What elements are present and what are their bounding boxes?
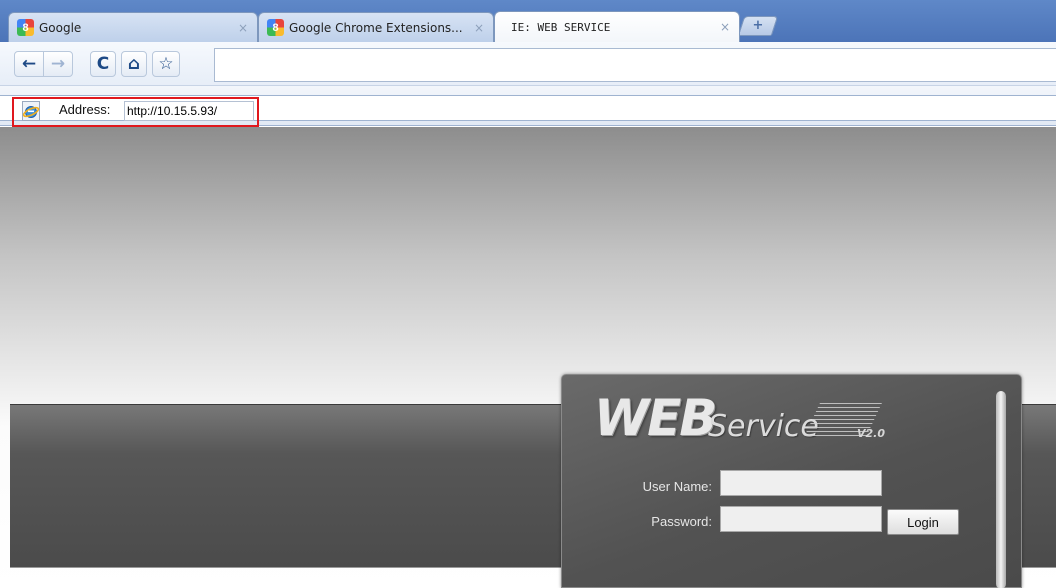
- address-highlight-box: [12, 97, 259, 127]
- google-favicon-icon: 8: [267, 19, 284, 36]
- login-panel: WEB Service V2.0 User Name: Password: Lo…: [561, 374, 1022, 588]
- google-favicon-icon: 8: [17, 19, 34, 36]
- login-button[interactable]: Login: [887, 509, 959, 535]
- back-button[interactable]: ←: [14, 51, 44, 77]
- arrow-right-icon: →: [50, 54, 66, 74]
- tab-close-icon[interactable]: ×: [717, 20, 733, 34]
- tab-ie-web-service[interactable]: IE: WEB SERVICE ×: [494, 11, 740, 42]
- tab-close-icon[interactable]: ×: [235, 21, 251, 35]
- reload-button[interactable]: C: [90, 51, 116, 77]
- logo-web-text: WEB: [594, 389, 717, 447]
- logo-version: V2.0: [857, 427, 885, 440]
- tab-title: Google Chrome Extensions...: [289, 20, 463, 35]
- star-icon: ☆: [158, 54, 174, 74]
- home-button[interactable]: ⌂: [121, 51, 147, 77]
- tab-title: IE: WEB SERVICE: [511, 20, 611, 34]
- username-input[interactable]: [720, 470, 882, 496]
- browser-toolbar: ← → C ⌂ ☆: [0, 42, 1056, 86]
- omnibox[interactable]: [214, 48, 1056, 82]
- forward-button[interactable]: →: [43, 51, 73, 77]
- new-tab-button[interactable]: +: [737, 16, 779, 36]
- tab-chrome-extensions[interactable]: 8 Google Chrome Extensions... ×: [258, 12, 494, 42]
- password-input[interactable]: [720, 506, 882, 532]
- tab-close-icon[interactable]: ×: [471, 21, 487, 35]
- panel-side-rail: [996, 391, 1006, 588]
- arrow-left-icon: ←: [21, 54, 37, 74]
- plus-icon: +: [752, 18, 764, 33]
- username-label: User Name:: [642, 479, 712, 494]
- reload-icon: C: [96, 54, 110, 74]
- home-icon: ⌂: [127, 54, 141, 74]
- tab-title: Google: [39, 20, 82, 35]
- tab-strip: 8 Google × 8 Google Chrome Extensions...…: [0, 0, 1056, 42]
- tab-google[interactable]: 8 Google ×: [8, 12, 258, 42]
- password-label: Password:: [651, 514, 712, 529]
- logo-service-text: Service: [708, 409, 819, 444]
- bookmark-star-button[interactable]: ☆: [152, 51, 180, 77]
